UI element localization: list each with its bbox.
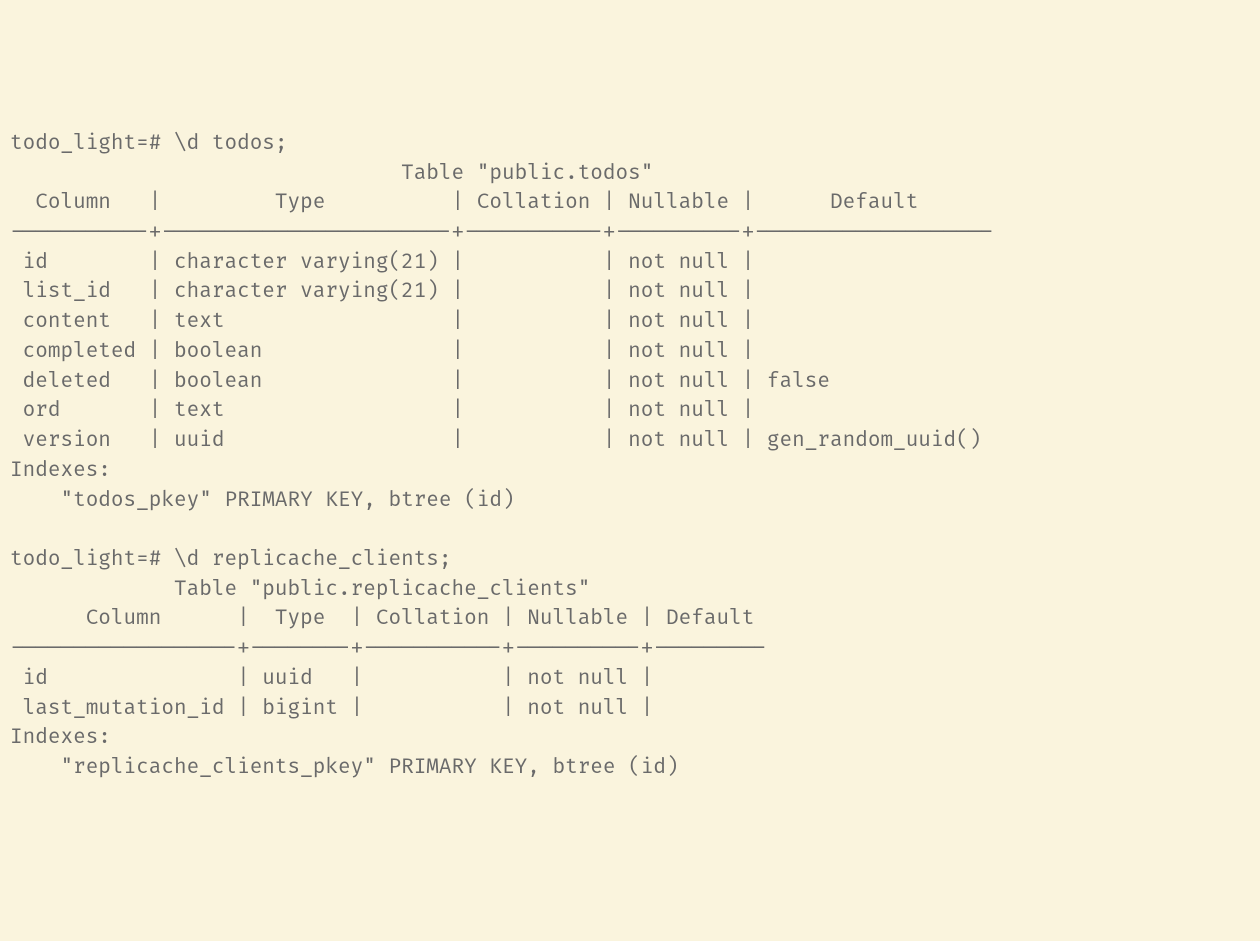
prompt-line-1: todo_light=# \d todos; <box>10 131 288 156</box>
table1-row: id | character varying(21) | | not null … <box>10 250 754 275</box>
table2-divider: ------------------+--------+-----------+… <box>10 636 767 661</box>
table1-row: deleted | boolean | | not null | false <box>10 369 830 394</box>
terminal-output: todo_light=# \d todos; Table "public.tod… <box>10 129 1250 783</box>
table1-row: completed | boolean | | not null | <box>10 339 754 364</box>
table1-title: Table "public.todos" <box>10 161 653 186</box>
table2-row: id | uuid | | not null | <box>10 666 653 691</box>
prompt-line-2: todo_light=# \d replicache_clients; <box>10 547 452 572</box>
table1-row: list_id | character varying(21) | | not … <box>10 279 754 304</box>
table1-divider: -----------+-----------------------+----… <box>10 220 994 245</box>
table2-header: Column | Type | Collation | Nullable | D… <box>10 606 754 631</box>
table2-indexes-label: Indexes: <box>10 725 111 750</box>
table1-indexes-line: "todos_pkey" PRIMARY KEY, btree (id) <box>10 488 515 513</box>
table1-indexes-label: Indexes: <box>10 458 111 483</box>
table2-indexes-line: "replicache_clients_pkey" PRIMARY KEY, b… <box>10 755 679 780</box>
table1-header: Column | Type | Collation | Nullable | D… <box>10 190 918 215</box>
table1-row: version | uuid | | not null | gen_random… <box>10 428 981 453</box>
table2-title: Table "public.replicache_clients" <box>10 577 590 602</box>
table2-row: last_mutation_id | bigint | | not null | <box>10 696 653 721</box>
table1-row: content | text | | not null | <box>10 309 754 334</box>
table1-row: ord | text | | not null | <box>10 398 754 423</box>
